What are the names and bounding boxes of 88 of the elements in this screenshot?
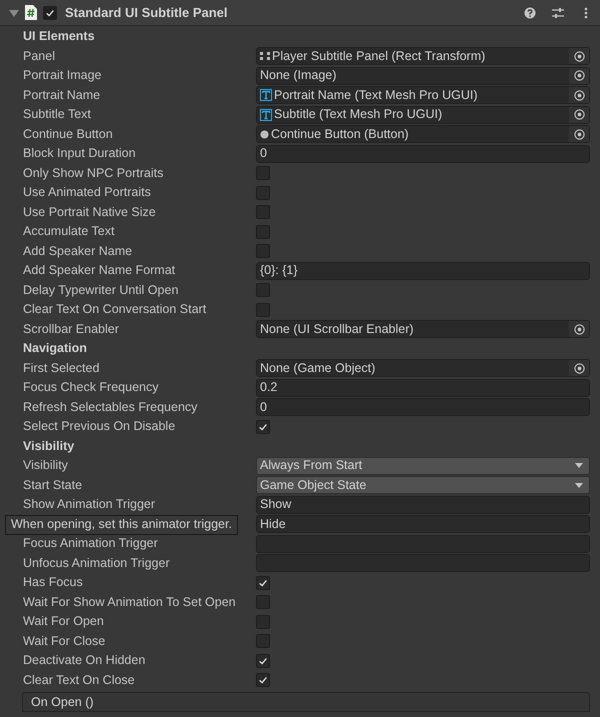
field-label: Visibility [22, 457, 69, 474]
text-field[interactable]: 0 [256, 144, 590, 163]
object-picker-icon[interactable] [569, 360, 589, 376]
object-field[interactable]: None (Image) [256, 66, 590, 85]
caret-icon [575, 482, 583, 488]
field-label: Add Speaker Name Format [22, 262, 176, 280]
checkbox[interactable] [256, 614, 270, 629]
dropdown[interactable]: Game Object State [256, 476, 590, 494]
checkbox[interactable] [256, 654, 270, 668]
text-field[interactable]: 0 [256, 398, 590, 416]
checkbox[interactable] [256, 224, 270, 239]
component-title: Standard UI Subtitle Panel [65, 4, 229, 22]
text-component-icon [260, 89, 272, 102]
checkmark-icon [258, 578, 268, 588]
field-label: Portrait Name [22, 86, 102, 104]
object-picker-icon[interactable] [569, 48, 589, 64]
field-label: Wait For Open [22, 613, 105, 630]
dropdown[interactable]: Always From Start [256, 456, 590, 475]
event-header: On Open () [22, 692, 590, 712]
checkbox[interactable] [256, 244, 270, 258]
field-label: Has Focus [22, 574, 84, 592]
rect-transform-icon [260, 51, 270, 62]
field-label: Accumulate Text [22, 223, 116, 240]
checkmark-icon [45, 8, 55, 18]
checkbox[interactable] [256, 302, 270, 317]
text-field[interactable]: Show [256, 496, 590, 514]
field-label: Subtitle Text [22, 106, 92, 124]
caret-icon [575, 463, 583, 468]
field-label: Wait For Close [22, 632, 106, 650]
field-label: Select Previous On Disable [22, 418, 176, 436]
object-field[interactable]: None (UI Scrollbar Enabler) [256, 320, 590, 338]
settings-sliders-icon[interactable] [552, 6, 564, 18]
field-label: Delay Typewriter Until Open [22, 282, 180, 299]
field-label: Clear Text On Close [22, 672, 136, 689]
checkmark-icon [258, 656, 268, 666]
section-header: UI Elements [22, 28, 96, 46]
object-picker-icon[interactable] [569, 321, 589, 338]
text-component-icon [260, 108, 272, 121]
field-label: Scrollbar Enabler [22, 320, 120, 338]
object-picker-icon[interactable] [569, 106, 589, 123]
object-picker-icon[interactable] [569, 126, 589, 142]
checkbox[interactable] [256, 595, 270, 610]
field-label: Focus Animation Trigger [22, 535, 159, 552]
field-label: First Selected [22, 360, 100, 377]
field-label: Deactivate On Hidden [22, 652, 146, 670]
field-label: Focus Check Frequency [22, 379, 160, 396]
field-label: Add Speaker Name [22, 242, 134, 260]
field-label: Use Portrait Native Size [22, 204, 157, 221]
checkmark-icon [258, 422, 268, 432]
field-label: Portrait Image [22, 67, 103, 84]
foldout-arrow-icon[interactable] [9, 8, 19, 18]
object-field[interactable]: Player Subtitle Panel (Rect Transform) [256, 47, 590, 66]
text-field[interactable]: Hide [256, 515, 590, 534]
object-field[interactable]: Subtitle (Text Mesh Pro UGUI) [256, 106, 590, 124]
help-icon[interactable] [524, 6, 536, 18]
object-field[interactable]: None (Game Object) [256, 359, 590, 378]
checkbox[interactable] [256, 205, 270, 220]
enabled-checkbox[interactable] [43, 6, 57, 20]
checkmark-icon [258, 675, 268, 686]
tooltip: When opening, set this animator trigger. [5, 514, 238, 534]
field-label: Wait For Show Animation To Set Open [22, 594, 237, 611]
field-label: Use Animated Portraits [22, 184, 152, 202]
field-label: Start State [22, 476, 84, 494]
section-header: Navigation [22, 340, 88, 358]
field-label: Clear Text On Conversation Start [22, 301, 208, 318]
object-picker-icon[interactable] [569, 68, 589, 84]
section-header: Visibility [22, 438, 76, 455]
checkbox[interactable] [256, 634, 270, 648]
script-icon [25, 5, 37, 20]
text-field[interactable]: 0.2 [256, 378, 590, 397]
field-label: Unfocus Animation Trigger [22, 554, 171, 572]
object-picker-icon[interactable] [569, 87, 589, 104]
radio-dot-icon [260, 130, 269, 139]
text-field[interactable]: {0}: {1} [256, 262, 590, 280]
checkbox[interactable] [256, 166, 270, 180]
checkbox[interactable] [256, 576, 270, 590]
field-label: Block Input Duration [22, 145, 137, 162]
field-label: Continue Button [22, 126, 114, 143]
object-field[interactable]: Portrait Name (Text Mesh Pro UGUI) [256, 86, 590, 104]
checkbox[interactable] [256, 420, 270, 434]
field-label: Refresh Selectables Frequency [22, 398, 198, 416]
field-label: Show Animation Trigger [22, 496, 156, 514]
field-label: Panel [22, 48, 56, 65]
field-label: Only Show NPC Portraits [22, 164, 164, 182]
checkbox[interactable] [256, 283, 270, 298]
checkbox[interactable] [256, 673, 270, 688]
object-field[interactable]: Continue Button (Button) [256, 125, 590, 144]
checkbox[interactable] [256, 186, 270, 200]
